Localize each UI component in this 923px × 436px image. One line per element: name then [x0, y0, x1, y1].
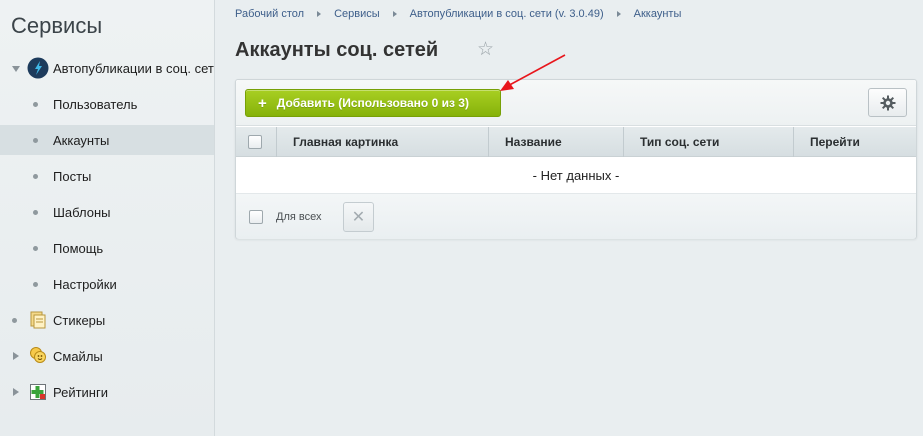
- accounts-grid: + Добавить (Использовано 0 из 3) Главная…: [235, 79, 917, 239]
- plus-icon: +: [258, 94, 267, 112]
- sidebar-item-label: Настройки: [53, 276, 117, 292]
- sidebar-item-help[interactable]: Помощь: [0, 233, 214, 263]
- select-all-checkbox[interactable]: [248, 135, 262, 149]
- sidebar-item-templates[interactable]: Шаблоны: [0, 197, 214, 227]
- page-title: Аккаунты соц. сетей: [235, 39, 439, 61]
- sidebar-item-smiles[interactable]: Смайлы: [0, 341, 214, 371]
- sidebar-item-label: Шаблоны: [53, 204, 111, 220]
- breadcrumb-accounts[interactable]: Аккаунты: [634, 8, 682, 20]
- sidebar-item-label: Стикеры: [53, 312, 106, 328]
- rocket-icon: [27, 57, 49, 79]
- sticker-icon: [29, 311, 47, 329]
- breadcrumb-autopublications[interactable]: Автопубликации в соц. сети (v. 3.0.49): [410, 8, 604, 20]
- sidebar-item-stickers[interactable]: Стикеры: [0, 305, 214, 335]
- bullet-icon: [33, 246, 38, 251]
- empty-table-message: - Нет данных -: [236, 158, 916, 194]
- annotation-arrow-icon: [500, 54, 566, 91]
- add-account-button[interactable]: + Добавить (Использовано 0 из 3): [245, 89, 501, 117]
- sidebar-item-ratings[interactable]: Рейтинги: [0, 377, 214, 407]
- gear-icon: [880, 95, 895, 110]
- sidebar-item-label: Аккаунты: [53, 132, 110, 148]
- delete-button[interactable]: ✕: [343, 202, 374, 232]
- sidebar-item-users[interactable]: Пользователь: [0, 89, 214, 119]
- chevron-right-icon[interactable]: [13, 388, 19, 396]
- chevron-down-icon[interactable]: [12, 66, 20, 72]
- for-all-label: Для всех: [276, 211, 322, 223]
- sidebar-title: Сервисы: [11, 13, 103, 38]
- column-header-name[interactable]: Название: [489, 127, 624, 157]
- sidebar-item-posts[interactable]: Посты: [0, 161, 214, 191]
- sidebar-item-label: Рейтинги: [53, 384, 108, 400]
- breadcrumb-desktop[interactable]: Рабочий стол: [235, 8, 304, 20]
- header-select-cell: [236, 127, 277, 157]
- grid-settings-button[interactable]: [868, 88, 907, 117]
- add-button-label: Добавить (Использовано 0 из 3): [276, 96, 469, 110]
- bullet-icon: [33, 174, 38, 179]
- bullet-icon: [33, 102, 38, 107]
- breadcrumb-separator-icon: [392, 11, 397, 17]
- grid-footer: Для всех ✕: [236, 194, 916, 239]
- sidebar-item-settings[interactable]: Настройки: [0, 269, 214, 299]
- column-header-network-type[interactable]: Тип соц. сети: [624, 127, 794, 157]
- sidebar-item-label: Смайлы: [53, 348, 103, 364]
- grid-toolbar: + Добавить (Использовано 0 из 3): [236, 80, 916, 126]
- column-header-image[interactable]: Главная картинка: [277, 127, 489, 157]
- sidebar-item-accounts[interactable]: Аккаунты: [0, 125, 214, 155]
- sidebar-item-label: Пользователь: [53, 96, 138, 112]
- bullet-icon: [33, 210, 38, 215]
- bullet-icon: [33, 282, 38, 287]
- sidebar-item-label: Посты: [53, 168, 92, 184]
- table-header: Главная картинка Название Тип соц. сети …: [236, 127, 916, 157]
- rating-icon: [29, 383, 47, 401]
- bullet-icon: [33, 138, 38, 143]
- bullet-icon: [12, 318, 17, 323]
- sidebar-item-autopublications[interactable]: Автопубликации в соц. сетях: [0, 53, 215, 83]
- breadcrumb-separator-icon: [317, 11, 322, 17]
- breadcrumb: Рабочий стол Сервисы Автопубликации в со…: [235, 8, 681, 20]
- for-all-checkbox[interactable]: [249, 210, 263, 224]
- smile-icon: [29, 346, 47, 364]
- column-header-go[interactable]: Перейти: [794, 127, 916, 157]
- breadcrumb-separator-icon: [616, 11, 621, 17]
- sidebar-item-label: Автопубликации в соц. сетях: [53, 60, 215, 76]
- sidebar-item-label: Помощь: [53, 240, 104, 256]
- sidebar: Сервисы Автопубликации в соц. сетях Поль…: [0, 0, 215, 436]
- chevron-right-icon[interactable]: [13, 352, 19, 360]
- breadcrumb-services[interactable]: Сервисы: [334, 8, 380, 20]
- close-icon: ✕: [351, 209, 366, 226]
